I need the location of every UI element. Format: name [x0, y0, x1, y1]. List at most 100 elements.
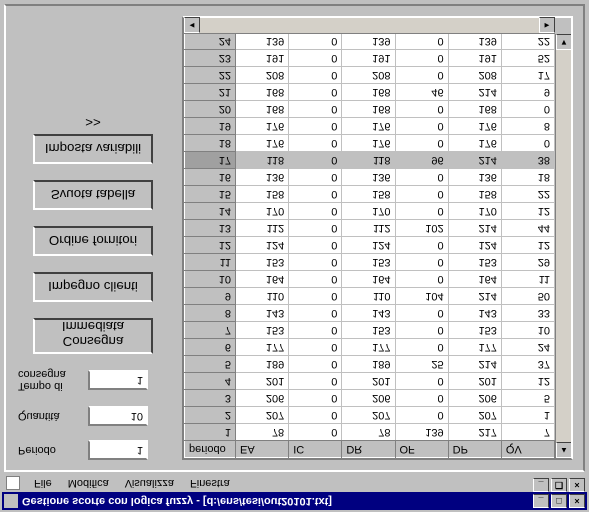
data-cell[interactable]: 164: [236, 271, 289, 288]
data-cell[interactable]: 177: [448, 339, 501, 356]
data-cell[interactable]: 8: [501, 118, 554, 135]
data-cell[interactable]: 0: [395, 186, 448, 203]
data-cell[interactable]: 0: [289, 152, 342, 169]
data-cell[interactable]: 118: [342, 152, 395, 169]
data-cell[interactable]: 124: [448, 237, 501, 254]
close-button[interactable]: ×: [569, 494, 585, 508]
row-header-cell[interactable]: 17: [185, 152, 236, 169]
horizontal-scrollbar[interactable]: ◄ ►: [184, 18, 555, 34]
tempo-input[interactable]: [88, 370, 148, 390]
table-row[interactable]: 211680168462149: [185, 84, 555, 101]
row-header-cell[interactable]: 9: [185, 288, 236, 305]
minimize-button[interactable]: _: [533, 494, 549, 508]
data-cell[interactable]: 191: [236, 50, 289, 67]
row-header-cell[interactable]: 8: [185, 305, 236, 322]
data-cell[interactable]: 189: [236, 356, 289, 373]
data-cell[interactable]: 208: [236, 67, 289, 84]
data-cell[interactable]: 177: [236, 339, 289, 356]
data-cell[interactable]: 22: [501, 34, 554, 50]
table-row[interactable]: 518901892521437: [185, 356, 555, 373]
row-header-cell[interactable]: 2: [185, 407, 236, 424]
data-cell[interactable]: 0: [395, 407, 448, 424]
data-cell[interactable]: 0: [289, 169, 342, 186]
menu-file[interactable]: File: [26, 475, 60, 491]
data-cell[interactable]: 0: [289, 356, 342, 373]
data-cell[interactable]: 0: [395, 390, 448, 407]
data-cell[interactable]: 0: [395, 169, 448, 186]
column-header[interactable]: periodo: [185, 441, 236, 458]
menu-finestra[interactable]: Finestra: [182, 475, 238, 491]
data-cell[interactable]: 0: [289, 288, 342, 305]
table-row[interactable]: 20168016801680: [185, 101, 555, 118]
row-header-cell[interactable]: 15: [185, 186, 236, 203]
data-cell[interactable]: 1: [501, 407, 554, 424]
data-cell[interactable]: 164: [448, 271, 501, 288]
data-cell[interactable]: 0: [289, 186, 342, 203]
data-cell[interactable]: 176: [448, 135, 501, 152]
data-cell[interactable]: 207: [448, 407, 501, 424]
periodo-input[interactable]: [88, 440, 148, 460]
data-cell[interactable]: 0: [395, 271, 448, 288]
table-row[interactable]: 231910191019152: [185, 50, 555, 67]
data-cell[interactable]: 170: [448, 203, 501, 220]
data-cell[interactable]: 0: [395, 118, 448, 135]
quantita-input[interactable]: [88, 406, 148, 426]
data-cell[interactable]: 168: [236, 101, 289, 118]
data-cell[interactable]: 10: [501, 322, 554, 339]
data-cell[interactable]: 37: [501, 356, 554, 373]
table-row[interactable]: 1711801189621438: [185, 152, 555, 169]
data-cell[interactable]: 22: [501, 186, 554, 203]
row-header-cell[interactable]: 10: [185, 271, 236, 288]
consegna-button[interactable]: Consegna Immediata: [33, 318, 153, 354]
vertical-scrollbar[interactable]: ▲ ▼: [555, 34, 571, 458]
data-cell[interactable]: 0: [289, 220, 342, 237]
data-cell[interactable]: 52: [501, 50, 554, 67]
data-cell[interactable]: 170: [342, 203, 395, 220]
data-cell[interactable]: 0: [289, 305, 342, 322]
data-cell[interactable]: 191: [342, 50, 395, 67]
data-cell[interactable]: 12: [501, 373, 554, 390]
row-header-cell[interactable]: 6: [185, 339, 236, 356]
row-header-cell[interactable]: 5: [185, 356, 236, 373]
data-cell[interactable]: 189: [342, 356, 395, 373]
table-row[interactable]: 3206020602065: [185, 390, 555, 407]
data-cell[interactable]: 168: [448, 101, 501, 118]
data-cell[interactable]: 177: [342, 339, 395, 356]
data-cell[interactable]: 0: [395, 101, 448, 118]
data-cell[interactable]: 0: [289, 373, 342, 390]
data-cell[interactable]: 0: [395, 305, 448, 322]
scroll-down-button[interactable]: ▼: [556, 34, 571, 50]
row-header-cell[interactable]: 22: [185, 67, 236, 84]
imposta-button[interactable]: Imposta variabili >>: [33, 134, 153, 164]
data-cell[interactable]: 0: [289, 67, 342, 84]
data-cell[interactable]: 208: [448, 67, 501, 84]
data-cell[interactable]: 158: [342, 186, 395, 203]
row-header-cell[interactable]: 20: [185, 101, 236, 118]
data-cell[interactable]: 136: [448, 169, 501, 186]
table-row[interactable]: 141700170017012: [185, 203, 555, 220]
data-cell[interactable]: 78: [236, 424, 289, 441]
row-header-cell[interactable]: 23: [185, 50, 236, 67]
data-cell[interactable]: 0: [289, 254, 342, 271]
row-header-cell[interactable]: 1: [185, 424, 236, 441]
mdi-minimize-button[interactable]: _: [533, 478, 549, 492]
data-cell[interactable]: 143: [342, 305, 395, 322]
data-cell[interactable]: 206: [236, 390, 289, 407]
data-cell[interactable]: 176: [342, 118, 395, 135]
data-cell[interactable]: 0: [289, 84, 342, 101]
data-cell[interactable]: 17: [501, 67, 554, 84]
data-cell[interactable]: 214: [448, 220, 501, 237]
table-row[interactable]: 61770177017724: [185, 339, 555, 356]
data-cell[interactable]: 158: [448, 186, 501, 203]
data-cell[interactable]: 136: [342, 169, 395, 186]
data-cell[interactable]: 50: [501, 288, 554, 305]
table-row[interactable]: 9110011010421450: [185, 288, 555, 305]
table-row[interactable]: 101640164016411: [185, 271, 555, 288]
table-row[interactable]: 121240124012412: [185, 237, 555, 254]
data-cell[interactable]: 201: [448, 373, 501, 390]
table-row[interactable]: 71530153015310: [185, 322, 555, 339]
data-cell[interactable]: 139: [236, 34, 289, 50]
data-cell[interactable]: 24: [501, 339, 554, 356]
data-cell[interactable]: 153: [342, 254, 395, 271]
data-cell[interactable]: 12: [501, 237, 554, 254]
